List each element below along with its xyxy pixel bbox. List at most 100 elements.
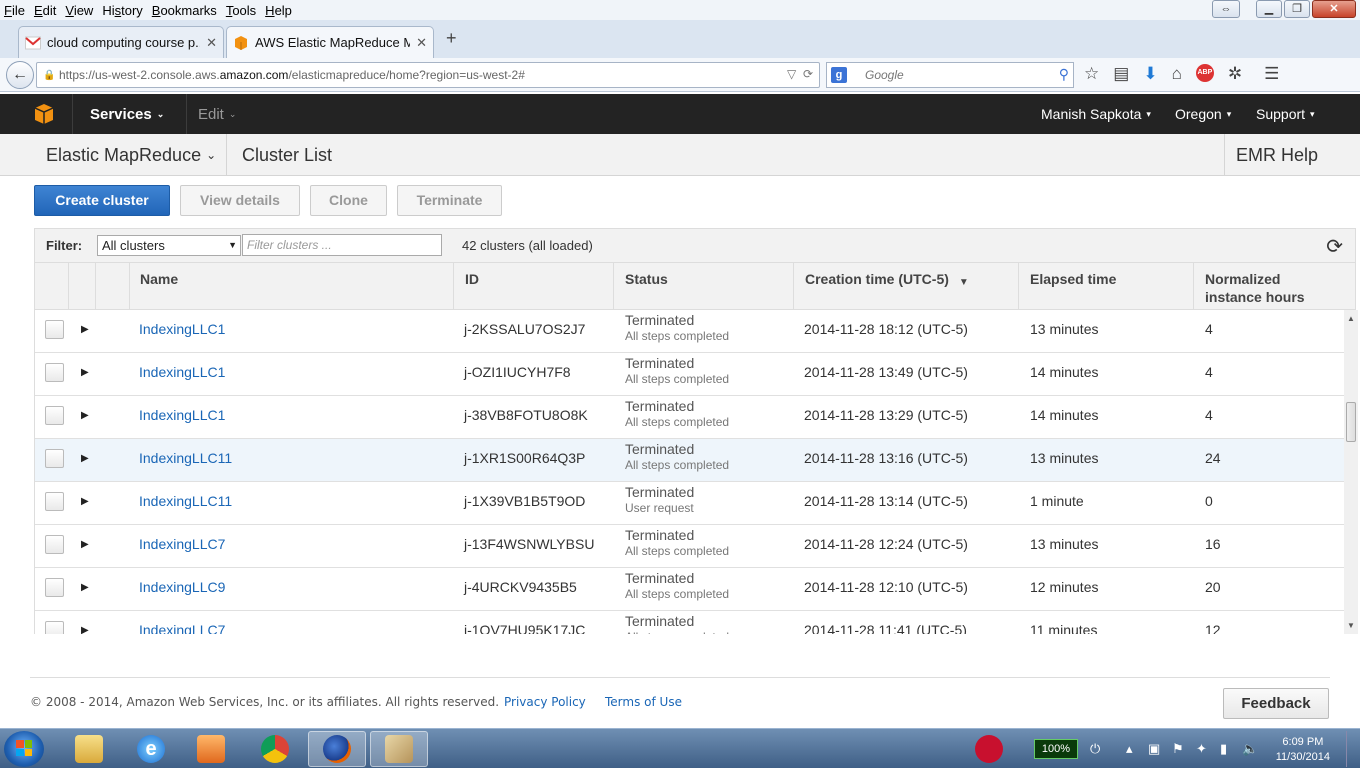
privacy-policy-link[interactable]: Privacy Policy — [504, 695, 586, 709]
reload-icon[interactable]: ▽ ⟳ — [787, 67, 813, 81]
bookmark-star-icon[interactable]: ☆ — [1084, 64, 1099, 84]
menu-item[interactable]: Edit — [34, 3, 56, 18]
flag-icon[interactable]: ⚑ — [1172, 741, 1184, 757]
row-checkbox[interactable] — [45, 535, 64, 554]
table-row[interactable]: ▶ IndexingLLC7 j-1OV7HU95K17JC TerminatedAl… — [35, 611, 1344, 634]
magnifier-icon[interactable]: ⚲ — [1059, 66, 1069, 83]
menu-item[interactable]: Bookmarks — [152, 3, 217, 18]
minimize-button[interactable]: ▁ — [1256, 0, 1282, 18]
taskbar-ie[interactable]: e — [122, 731, 180, 767]
taskbar-paint[interactable] — [370, 731, 428, 767]
expand-arrow-icon[interactable]: ▶ — [81, 324, 89, 335]
region-menu[interactable]: Oregon ▾ — [1175, 106, 1231, 122]
cluster-name-link[interactable]: IndexingLLC1 — [139, 321, 225, 337]
close-window-button[interactable]: ✕ — [1312, 0, 1356, 18]
close-tab-icon[interactable]: ✕ — [416, 35, 427, 51]
battery-indicator[interactable]: 100% — [1034, 739, 1078, 759]
address-bar[interactable]: 🔒 https://us-west-2.console.aws.amazon.c… — [36, 62, 820, 88]
table-row[interactable]: ▶ IndexingLLC1 j-2KSSALU7OS2J7 Terminated Al… — [35, 310, 1344, 353]
table-row[interactable]: ▶ IndexingLLC11 j-1XR1S00R64Q3P Terminated A… — [35, 439, 1344, 482]
cluster-name-link[interactable]: IndexingLLC9 — [139, 579, 225, 595]
table-row[interactable]: ▶ IndexingLLC1 j-OZI1IUCYH7F8 Terminated All… — [35, 353, 1344, 396]
column-header-normalized-hours[interactable]: Normalized instance hours — [1205, 270, 1305, 306]
cluster-name-link[interactable]: IndexingLLC11 — [139, 493, 232, 509]
bookmarks-list-icon[interactable]: ▤ — [1113, 64, 1129, 84]
close-tab-icon[interactable]: ✕ — [206, 35, 217, 51]
scroll-thumb[interactable] — [1346, 402, 1356, 442]
cluster-name-link[interactable]: IndexingLLC1 — [139, 364, 225, 380]
dropbox-icon[interactable]: ✦ — [1196, 741, 1207, 757]
tab-gmail[interactable]: cloud computing course p... ✕ — [18, 26, 224, 58]
cluster-name-link[interactable]: IndexingLLC7 — [139, 536, 225, 552]
emr-help-link[interactable]: EMR Help — [1236, 145, 1318, 166]
terminate-button[interactable]: Terminate — [397, 185, 502, 216]
back-arrow-icon[interactable]: ← — [6, 61, 34, 89]
show-desktop-button[interactable] — [1346, 731, 1360, 767]
row-checkbox[interactable] — [45, 363, 64, 382]
feedback-button[interactable]: Feedback — [1223, 688, 1329, 719]
expand-arrow-icon[interactable]: ▶ — [81, 367, 89, 378]
column-header-status[interactable]: Status — [625, 270, 668, 288]
support-menu[interactable]: Support ▾ — [1256, 106, 1315, 122]
services-menu[interactable]: Services ⌄ — [90, 106, 164, 123]
column-header-creation-time[interactable]: Creation time (UTC-5) ▼ — [805, 270, 969, 292]
menu-icon[interactable]: ☰ — [1264, 64, 1279, 84]
taskbar-firefox[interactable] — [308, 731, 366, 767]
menu-item[interactable]: View — [65, 3, 93, 18]
column-header-elapsed-time[interactable]: Elapsed time — [1030, 270, 1116, 288]
taskbar-chrome[interactable] — [246, 731, 304, 767]
row-checkbox[interactable] — [45, 320, 64, 339]
expand-arrow-icon[interactable]: ▶ — [81, 496, 89, 507]
column-header-id[interactable]: ID — [465, 270, 479, 288]
table-row[interactable]: ▶ IndexingLLC9 j-4URCKV9435B5 Terminated All… — [35, 568, 1344, 611]
service-switcher[interactable]: Elastic MapReduce ⌄ — [46, 145, 216, 166]
restore-size-button[interactable]: ⇔ — [1212, 0, 1240, 18]
expand-arrow-icon[interactable]: ▶ — [81, 539, 89, 550]
expand-arrow-icon[interactable]: ▶ — [81, 453, 89, 464]
taskbar-app-red[interactable] — [960, 731, 1018, 767]
taskbar-explorer[interactable] — [60, 731, 118, 767]
table-row[interactable]: ▶ IndexingLLC7 j-13F4WSNWLYBSU Terminated Al… — [35, 525, 1344, 568]
row-checkbox[interactable] — [45, 492, 64, 511]
expand-arrow-icon[interactable]: ▶ — [81, 625, 89, 634]
column-header-name[interactable]: Name — [140, 270, 178, 288]
edit-menu[interactable]: Edit ⌄ — [198, 106, 236, 123]
cluster-name-link[interactable]: IndexingLLC11 — [139, 450, 232, 466]
expand-arrow-icon[interactable]: ▶ — [81, 410, 89, 421]
user-menu[interactable]: Manish Sapkota ▾ — [1041, 106, 1151, 122]
view-details-button[interactable]: View details — [180, 185, 300, 216]
tab-aws-emr[interactable]: AWS Elastic MapReduce M... ✕ — [226, 26, 434, 58]
expand-arrow-icon[interactable]: ▶ — [81, 582, 89, 593]
refresh-icon[interactable]: ⟳ — [1326, 234, 1343, 259]
cluster-name-link[interactable]: IndexingLLC1 — [139, 407, 225, 423]
clock[interactable]: 6:09 PM 11/30/2014 — [1276, 735, 1330, 765]
volume-icon[interactable]: 🔈 — [1242, 741, 1258, 757]
row-checkbox[interactable] — [45, 449, 64, 468]
create-cluster-button[interactable]: Create cluster — [34, 185, 170, 216]
show-hidden-icons[interactable]: ▴ — [1126, 741, 1133, 757]
start-button[interactable] — [4, 731, 44, 767]
table-row[interactable]: ▶ IndexingLLC1 j-38VB8FOTU8O8K Terminated Al… — [35, 396, 1344, 439]
menu-item[interactable]: File — [4, 3, 25, 18]
aws-logo-icon[interactable] — [34, 103, 54, 125]
download-icon[interactable]: ⬇ — [1143, 64, 1157, 84]
extension-icon[interactable]: ✲ — [1228, 64, 1242, 84]
row-checkbox[interactable] — [45, 406, 64, 425]
network-icon[interactable]: ▣ — [1148, 741, 1160, 757]
scroll-up-icon[interactable]: ▲ — [1347, 314, 1355, 323]
home-icon[interactable]: ⌂ — [1172, 64, 1182, 84]
terms-of-use-link[interactable]: Terms of Use — [605, 695, 682, 709]
filter-select[interactable]: All clusters ▼ — [97, 235, 241, 256]
row-checkbox[interactable] — [45, 578, 64, 597]
plug-icon[interactable]: ⏻ — [1090, 741, 1100, 757]
taskbar-media-player[interactable] — [182, 731, 240, 767]
table-scrollbar[interactable]: ▲ ▼ — [1344, 310, 1358, 634]
row-checkbox[interactable] — [45, 621, 64, 634]
new-tab-icon[interactable]: + — [446, 28, 457, 49]
clone-button[interactable]: Clone — [310, 185, 387, 216]
menu-item[interactable]: Help — [265, 3, 292, 18]
maximize-button[interactable]: ❐ — [1284, 0, 1310, 18]
cluster-name-link[interactable]: IndexingLLC7 — [139, 622, 225, 634]
menu-item[interactable]: Tools — [226, 3, 256, 18]
scroll-down-icon[interactable]: ▼ — [1347, 621, 1355, 630]
